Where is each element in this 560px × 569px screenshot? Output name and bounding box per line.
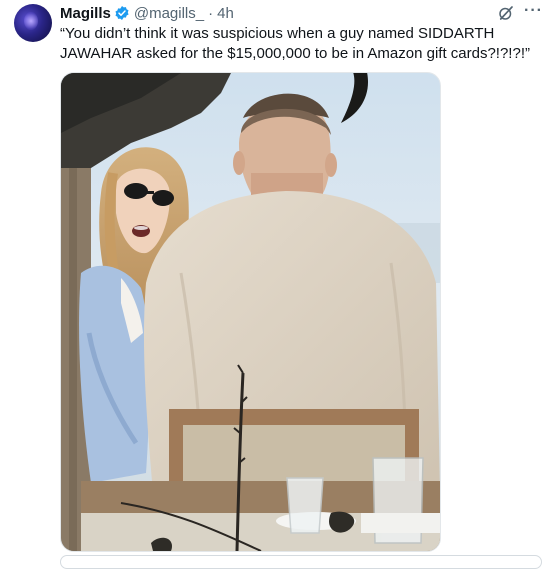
verified-badge-icon	[114, 5, 130, 21]
avatar[interactable]	[14, 4, 52, 42]
timestamp[interactable]: 4h	[217, 5, 234, 22]
more-options-icon[interactable]: ···	[524, 2, 543, 20]
tweet-header: Magills @magills_ · 4h	[60, 4, 234, 22]
separator-dot: ·	[208, 4, 214, 22]
tweet-photo[interactable]	[60, 72, 441, 552]
author-name[interactable]: Magills	[60, 5, 111, 22]
tweet[interactable]: Magills @magills_ · 4h ··· “You didn’t t…	[0, 0, 560, 569]
grok-icon[interactable]	[497, 4, 515, 22]
next-card-edge	[60, 555, 542, 569]
author-handle[interactable]: @magills_	[134, 5, 204, 22]
photo-illustration	[61, 73, 440, 551]
tweet-text: “You didn’t think it was suspicious when…	[60, 25, 530, 62]
